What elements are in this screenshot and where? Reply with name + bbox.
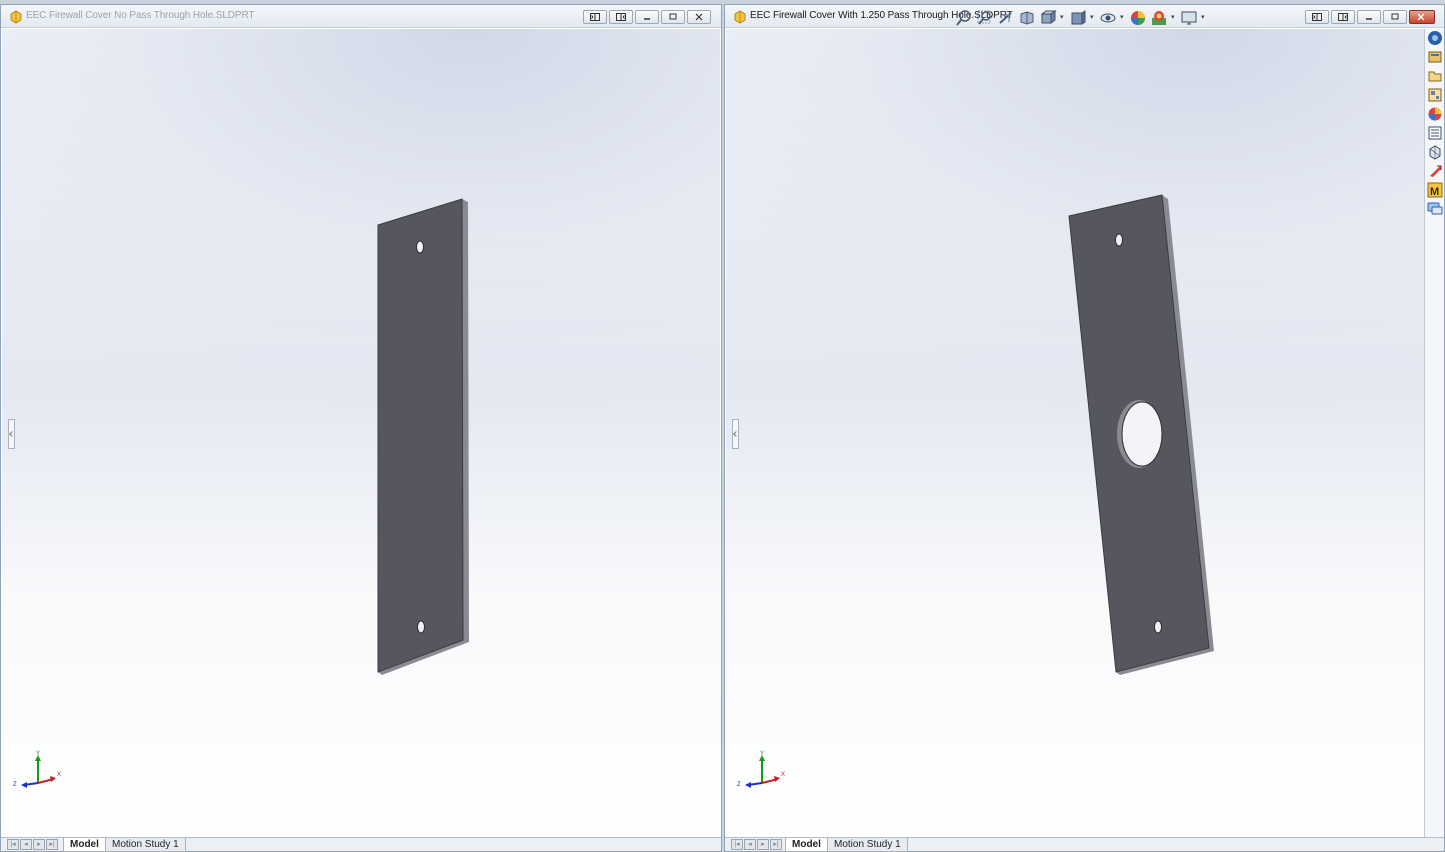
- first-tab-arrow-icon[interactable]: |◂: [7, 839, 19, 850]
- previous-view-icon[interactable]: [997, 9, 1015, 27]
- mounting-hole-bottom: [417, 620, 425, 634]
- edit-appearance-icon[interactable]: [1129, 9, 1147, 27]
- dropdown-arrow-icon[interactable]: ▾: [1201, 9, 1207, 27]
- restore-icon[interactable]: [1383, 10, 1407, 24]
- triad-x-label: X: [781, 772, 785, 778]
- apply-scene-icon[interactable]: [1150, 9, 1168, 27]
- left-panel-toggle[interactable]: [8, 419, 15, 449]
- dropdown-arrow-icon[interactable]: ▾: [1120, 9, 1126, 27]
- tile-left-icon[interactable]: [1305, 10, 1329, 24]
- hide-show-items-icon[interactable]: [1099, 9, 1117, 27]
- plate-face: [377, 198, 464, 673]
- view-palette-icon[interactable]: [1427, 87, 1443, 103]
- view-settings-icon[interactable]: [1180, 9, 1198, 27]
- section-view-icon[interactable]: [1018, 9, 1036, 27]
- last-tab-arrow-icon[interactable]: ▸|: [46, 839, 58, 850]
- first-tab-arrow-icon[interactable]: |◂: [731, 839, 743, 850]
- solidworks-resources-icon[interactable]: [1427, 30, 1443, 46]
- last-tab-arrow-icon[interactable]: ▸|: [770, 839, 782, 850]
- left-panel-toggle[interactable]: [732, 419, 739, 449]
- view-orientation-icon[interactable]: [1039, 9, 1057, 27]
- part-with-hole[interactable]: [726, 29, 1443, 837]
- reference-triad: Y X Z: [737, 751, 785, 788]
- triad-y-label: Y: [760, 751, 764, 757]
- dropdown-arrow-icon[interactable]: ▾: [1090, 9, 1096, 27]
- mounting-hole-top: [1115, 233, 1123, 247]
- design-library-icon[interactable]: [1427, 49, 1443, 65]
- triad-z-label: Z: [737, 782, 741, 788]
- part-no-hole[interactable]: [2, 29, 720, 837]
- restore-icon[interactable]: [661, 10, 685, 24]
- tab-motion-study-1[interactable]: Motion Study 1: [105, 838, 186, 852]
- triad-x-label: X: [57, 772, 61, 778]
- forum-icon[interactable]: [1427, 201, 1443, 217]
- tile-left-icon[interactable]: [583, 10, 607, 24]
- triad-z-label: Z: [13, 782, 17, 788]
- minimize-icon[interactable]: [1357, 10, 1381, 24]
- motor-icon[interactable]: M: [1427, 182, 1443, 198]
- display-style-icon[interactable]: [1069, 9, 1087, 27]
- file-explorer-icon[interactable]: [1427, 68, 1443, 84]
- close-icon[interactable]: [1409, 10, 1435, 24]
- left-window-title: EEC Firewall Cover No Pass Through Hole.…: [26, 10, 255, 21]
- solidworks-part-icon: [734, 10, 746, 24]
- next-tab-arrow-icon[interactable]: ▸: [757, 839, 769, 850]
- zoom-to-fit-icon[interactable]: [955, 9, 973, 27]
- mounting-hole-bottom: [1154, 620, 1162, 634]
- task-pane: M: [1424, 29, 1444, 837]
- tab-model[interactable]: Model: [785, 838, 828, 852]
- next-tab-arrow-icon[interactable]: ▸: [33, 839, 45, 850]
- tab-motion-study-1[interactable]: Motion Study 1: [827, 838, 908, 852]
- tile-right-icon[interactable]: [1331, 10, 1355, 24]
- heads-up-view-toolbar: ▾ ▾ ▾ ▾ ▾: [955, 8, 1207, 28]
- left-document-window[interactable]: EEC Firewall Cover No Pass Through Hole.…: [0, 4, 722, 852]
- right-document-window[interactable]: EEC Firewall Cover With 1.250 Pass Throu…: [724, 4, 1445, 852]
- left-bottom-tabs: |◂ ◂ ▸ ▸| Model Motion Study 1: [1, 837, 721, 852]
- close-icon[interactable]: [687, 10, 711, 24]
- zoom-to-area-icon[interactable]: [976, 9, 994, 27]
- minimize-icon[interactable]: [635, 10, 659, 24]
- tile-right-icon[interactable]: [609, 10, 633, 24]
- triad-y-label: Y: [36, 751, 40, 757]
- left-graphics-area[interactable]: Y X Z: [2, 29, 720, 837]
- right-bottom-tabs: |◂ ◂ ▸ ▸| Model Motion Study 1: [725, 837, 1444, 852]
- tab-model[interactable]: Model: [63, 838, 106, 852]
- 3d-content-central-icon[interactable]: [1427, 144, 1443, 160]
- left-titlebar[interactable]: EEC Firewall Cover No Pass Through Hole.…: [1, 5, 721, 28]
- pass-through-hole: [1121, 401, 1163, 467]
- dropdown-arrow-icon[interactable]: ▾: [1171, 9, 1177, 27]
- prev-tab-arrow-icon[interactable]: ◂: [744, 839, 756, 850]
- mbd-icon[interactable]: [1427, 163, 1443, 179]
- right-graphics-area[interactable]: Y X Z: [726, 29, 1443, 837]
- solidworks-part-icon: [10, 10, 22, 24]
- reference-triad: Y X Z: [13, 751, 61, 788]
- mounting-hole-top: [416, 240, 424, 254]
- appearances-icon[interactable]: [1427, 106, 1443, 122]
- custom-properties-icon[interactable]: [1427, 125, 1443, 141]
- prev-tab-arrow-icon[interactable]: ◂: [20, 839, 32, 850]
- svg-text:M: M: [1430, 186, 1439, 198]
- dropdown-arrow-icon[interactable]: ▾: [1060, 9, 1066, 27]
